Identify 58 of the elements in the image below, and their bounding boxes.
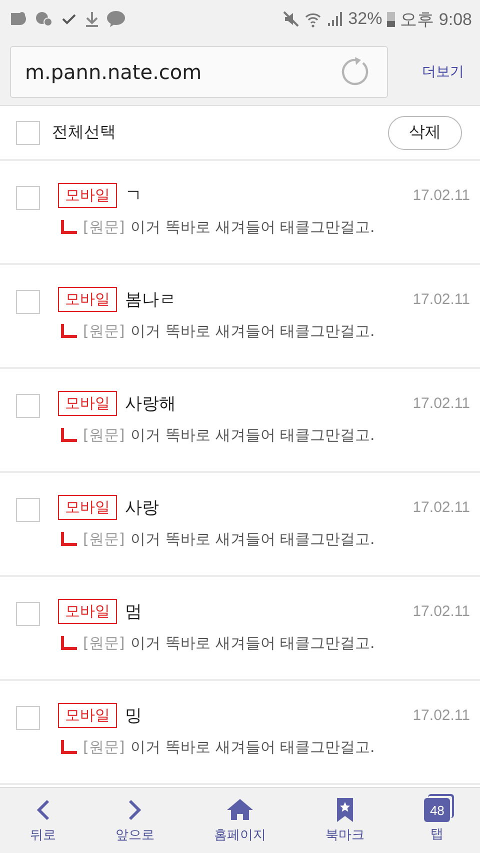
comment-text[interactable]: ㄱ bbox=[125, 184, 142, 207]
download-icon bbox=[84, 10, 100, 28]
original-tag: [원문] bbox=[83, 634, 125, 653]
mobile-badge: 모바일 bbox=[58, 287, 117, 312]
clock: 오후 9:08 bbox=[400, 8, 472, 30]
comment-date: 17.02.11 bbox=[412, 291, 470, 308]
comment-text[interactable]: 사랑해 bbox=[125, 392, 176, 415]
comment-date: 17.02.11 bbox=[412, 395, 470, 412]
nav-button[interactable]: 앞으로 bbox=[107, 793, 162, 848]
comment-date: 17.02.11 bbox=[412, 707, 470, 724]
original-tag: [원문] bbox=[83, 322, 125, 341]
comment-date: 17.02.11 bbox=[412, 187, 470, 204]
comment-text[interactable]: 봄나ㄹ bbox=[125, 288, 176, 311]
original-tag: [원문] bbox=[83, 218, 125, 237]
original-tag: [원문] bbox=[83, 426, 125, 445]
battery-icon bbox=[386, 10, 396, 28]
original-post-link[interactable]: 이거 똑바로 새겨들어 태클그만걸고. bbox=[130, 426, 375, 445]
comment-date: 17.02.11 bbox=[412, 499, 470, 516]
comment-text[interactable]: 사랑 bbox=[125, 496, 159, 519]
tab-count-icon: 48 bbox=[424, 798, 450, 822]
more-button[interactable]: 더보기 bbox=[416, 58, 470, 84]
battery-percent: 32% bbox=[348, 9, 382, 29]
comment-text[interactable]: 밍 bbox=[125, 704, 142, 727]
checkbox[interactable] bbox=[16, 120, 40, 144]
signal-icon bbox=[326, 10, 344, 28]
comment-date: 17.02.11 bbox=[412, 603, 470, 620]
reload-icon bbox=[341, 56, 371, 86]
forward-icon bbox=[128, 799, 142, 821]
delete-button[interactable]: 삭제 bbox=[388, 116, 462, 150]
mute-icon bbox=[282, 10, 300, 28]
checkbox[interactable] bbox=[16, 706, 40, 730]
comment-text[interactable]: 멈 bbox=[125, 600, 142, 623]
checkbox[interactable] bbox=[16, 498, 40, 522]
back-icon bbox=[36, 799, 50, 821]
mobile-badge: 모바일 bbox=[58, 495, 117, 520]
nav-button[interactable]: 북마크 bbox=[318, 793, 373, 848]
original-post-link[interactable]: 이거 똑바로 새겨들어 태클그만걸고. bbox=[130, 530, 375, 549]
nav-button[interactable]: 뒤로 bbox=[22, 793, 64, 848]
original-post-link[interactable]: 이거 똑바로 새겨들어 태클그만걸고. bbox=[130, 218, 375, 237]
original-post-link[interactable]: 이거 똑바로 새겨들어 태클그만걸고. bbox=[130, 634, 375, 653]
checkbox[interactable] bbox=[16, 394, 40, 418]
checkbox[interactable] bbox=[16, 290, 40, 314]
original-post-link[interactable]: 이거 똑바로 새겨들어 태클그만걸고. bbox=[130, 738, 375, 757]
nav-button[interactable]: 48 탭 bbox=[416, 794, 458, 847]
checkbox[interactable] bbox=[16, 602, 40, 626]
original-tag: [원문] bbox=[83, 738, 125, 757]
original-tag: [원문] bbox=[83, 530, 125, 549]
nav-button[interactable]: 홈페이지 bbox=[206, 793, 274, 848]
original-post-link[interactable]: 이거 똑바로 새겨들어 태클그만걸고. bbox=[130, 322, 375, 341]
mobile-badge: 모바일 bbox=[58, 183, 117, 208]
mobile-badge: 모바일 bbox=[58, 703, 117, 728]
mobile-badge: 모바일 bbox=[58, 391, 117, 416]
checkbox[interactable] bbox=[16, 186, 40, 210]
chat-bubble-icon bbox=[106, 10, 126, 28]
mobile-badge: 모바일 bbox=[58, 599, 117, 624]
select-all-label: 전체선택 bbox=[52, 122, 116, 143]
home-icon bbox=[226, 797, 254, 823]
address-field[interactable]: m.pann.nate.com bbox=[10, 46, 388, 98]
